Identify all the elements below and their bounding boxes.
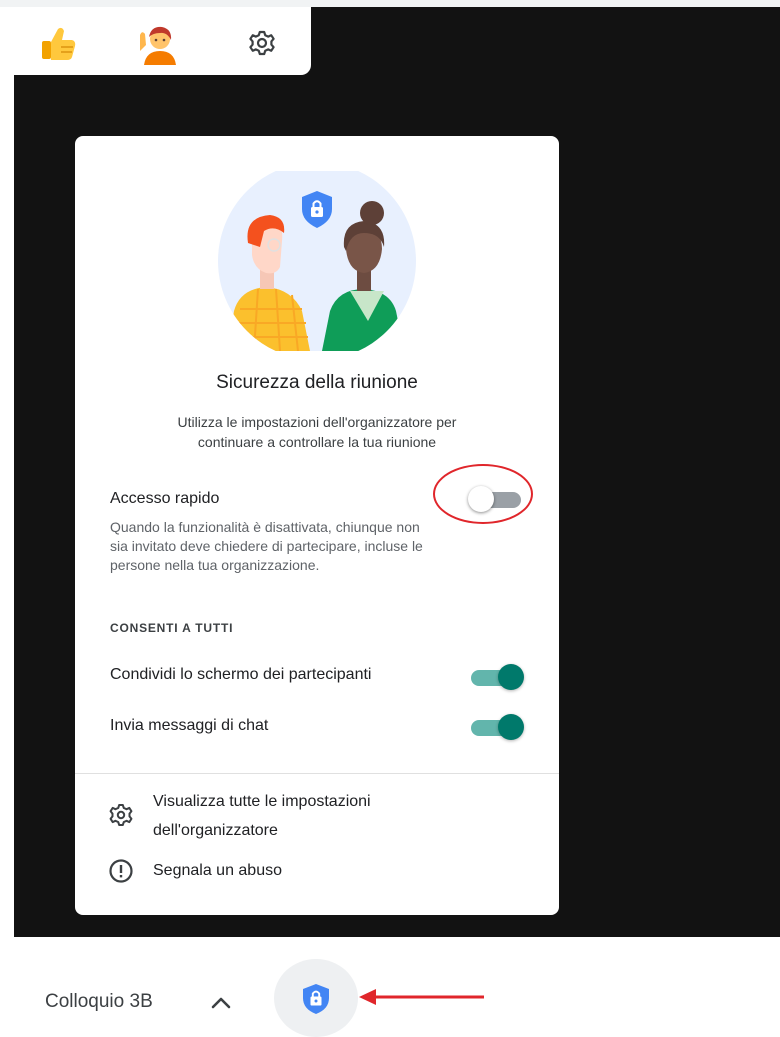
toggle-thumb bbox=[498, 664, 524, 690]
chevron-up-icon[interactable] bbox=[207, 989, 235, 1017]
view-host-settings-label: Visualizza tutte le impostazioni dell'or… bbox=[153, 787, 483, 845]
quick-access-label: Accesso rapido bbox=[110, 490, 220, 507]
toggle-thumb bbox=[468, 486, 494, 512]
toggle-thumb bbox=[498, 714, 524, 740]
desc-line2: sia invitato deve chiedere di partecipar… bbox=[110, 538, 423, 554]
panel-title: Sicurezza della riunione bbox=[216, 372, 418, 393]
bottom-bar: Colloquio 3B bbox=[0, 937, 780, 1037]
meeting-safety-illustration bbox=[218, 162, 416, 360]
raised-hand-icon[interactable] bbox=[136, 21, 180, 65]
share-screen-label: Condividi lo schermo dei partecipanti bbox=[110, 666, 372, 683]
top-border bbox=[0, 0, 780, 7]
report-abuse-item[interactable]: Segnala un abuso bbox=[75, 856, 559, 886]
allow-all-heading: CONSENTI A TUTTI bbox=[110, 621, 234, 635]
host-settings-line1: Visualizza tutte le impostazioni bbox=[153, 793, 371, 810]
reactions-bar bbox=[14, 7, 311, 75]
report-abuse-label: Segnala un abuso bbox=[153, 862, 282, 879]
panel-subtitle: Utilizza le impostazioni dell'organizzat… bbox=[115, 412, 519, 452]
gear-icon[interactable] bbox=[240, 21, 284, 65]
report-icon bbox=[107, 857, 135, 885]
share-screen-toggle[interactable] bbox=[468, 664, 524, 690]
meeting-safety-button[interactable] bbox=[274, 959, 358, 1037]
meeting-name: Colloquio 3B bbox=[45, 991, 153, 1012]
panel-subtitle-line2: continuare a controllare la tua riunione bbox=[197, 434, 437, 450]
host-settings-line2: dell'organizzatore bbox=[153, 822, 278, 839]
view-host-settings-item[interactable]: Visualizza tutte le impostazioni dell'or… bbox=[75, 787, 559, 845]
quick-access-toggle[interactable] bbox=[468, 486, 524, 512]
chat-label: Invia messaggi di chat bbox=[110, 717, 269, 734]
thumbs-up-icon[interactable] bbox=[36, 21, 80, 65]
desc-line1: Quando la funzionalità è disattivata, ch… bbox=[110, 519, 420, 535]
panel-divider bbox=[75, 773, 559, 774]
meeting-safety-panel: Sicurezza della riunione Utilizza le imp… bbox=[75, 136, 559, 915]
shield-lock-icon bbox=[303, 984, 329, 1014]
desc-line3: persone nella tua organizzazione. bbox=[110, 557, 320, 573]
panel-subtitle-line1: Utilizza le impostazioni dell'organizzat… bbox=[177, 414, 457, 430]
gear-icon bbox=[107, 801, 135, 829]
quick-access-description: Quando la funzionalità è disattivata, ch… bbox=[110, 518, 530, 575]
annotation-arrow bbox=[356, 985, 488, 1009]
chat-toggle[interactable] bbox=[468, 714, 524, 740]
